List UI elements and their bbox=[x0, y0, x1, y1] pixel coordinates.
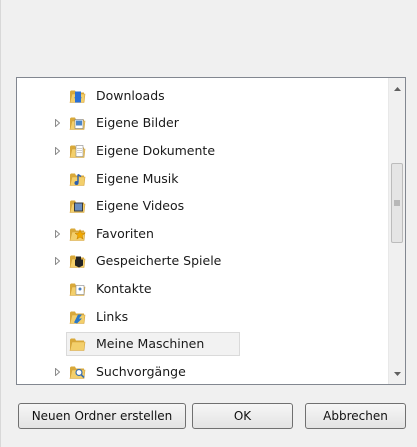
tree-item-label: Meine Maschinen bbox=[96, 336, 205, 352]
arrow-down-icon bbox=[393, 371, 401, 376]
tree-item-favoriten[interactable]: Favoriten bbox=[17, 220, 389, 248]
arrow-up-icon bbox=[393, 86, 401, 91]
scroll-down-button[interactable] bbox=[389, 365, 405, 382]
favorites-folder-icon bbox=[69, 226, 86, 241]
tree-item-label: Eigene Dokumente bbox=[96, 142, 216, 158]
tree-item-gespeicherte-spiele[interactable]: Gespeicherte Spiele bbox=[17, 248, 389, 276]
tree-item-label: Eigene Bilder bbox=[96, 115, 179, 131]
tree-item-eigene-musik[interactable]: Eigene Musik bbox=[17, 165, 389, 193]
tree-item-eigene-bilder[interactable]: Eigene Bilder bbox=[17, 110, 389, 138]
folder-tree-list: Downloads Eigene Bilder Eigene Dokumente… bbox=[17, 82, 389, 384]
tree-item-eigene-dokumente[interactable]: Eigene Dokumente bbox=[17, 137, 389, 165]
contacts-folder-icon bbox=[69, 281, 86, 296]
pictures-folder-icon bbox=[69, 116, 86, 131]
tree-item-label: Eigene Videos bbox=[96, 198, 185, 214]
folder-icon bbox=[69, 337, 86, 352]
expand-arrow-icon[interactable] bbox=[53, 257, 62, 266]
saved-games-folder-icon bbox=[69, 254, 86, 269]
expand-arrow-icon[interactable] bbox=[53, 146, 62, 155]
tree-item-links[interactable]: Links bbox=[17, 303, 389, 331]
new-folder-button[interactable]: Neuen Ordner erstellen bbox=[18, 403, 186, 429]
expand-arrow-icon[interactable] bbox=[53, 367, 62, 376]
vertical-scrollbar[interactable] bbox=[388, 78, 405, 384]
tree-item-label: Eigene Musik bbox=[96, 170, 179, 186]
tree-item-downloads[interactable]: Downloads bbox=[17, 82, 389, 110]
tree-item-meine-maschinen[interactable]: Meine Maschinen bbox=[17, 330, 389, 358]
tree-item-label: Kontakte bbox=[96, 280, 152, 296]
tree-item-kontakte[interactable]: Kontakte bbox=[17, 275, 389, 303]
scroll-up-button[interactable] bbox=[389, 80, 405, 97]
tree-item-label: Favoriten bbox=[96, 225, 154, 241]
videos-folder-icon bbox=[69, 199, 86, 214]
ok-button[interactable]: OK bbox=[192, 403, 293, 429]
downloads-folder-icon bbox=[69, 88, 86, 103]
tree-item-label: Downloads bbox=[96, 87, 165, 103]
links-folder-icon bbox=[69, 309, 86, 324]
music-folder-icon bbox=[69, 171, 86, 186]
expand-arrow-icon[interactable] bbox=[53, 119, 62, 128]
tree-item-label: Suchvorgänge bbox=[96, 363, 186, 379]
tree-item-label: Gespeicherte Spiele bbox=[96, 253, 222, 269]
grip-icon bbox=[394, 200, 400, 206]
folder-browser-dialog: Downloads Eigene Bilder Eigene Dokumente… bbox=[0, 0, 417, 447]
cancel-button[interactable]: Abbrechen bbox=[305, 403, 406, 429]
tree-item-suchvorgänge[interactable]: Suchvorgänge bbox=[17, 358, 389, 384]
scroll-thumb[interactable] bbox=[391, 163, 403, 243]
searches-folder-icon bbox=[69, 364, 86, 379]
folder-tree-view[interactable]: Downloads Eigene Bilder Eigene Dokumente… bbox=[16, 77, 406, 385]
expand-arrow-icon[interactable] bbox=[53, 229, 62, 238]
tree-item-eigene-videos[interactable]: Eigene Videos bbox=[17, 192, 389, 220]
documents-folder-icon bbox=[69, 143, 86, 158]
tree-item-label: Links bbox=[96, 308, 129, 324]
